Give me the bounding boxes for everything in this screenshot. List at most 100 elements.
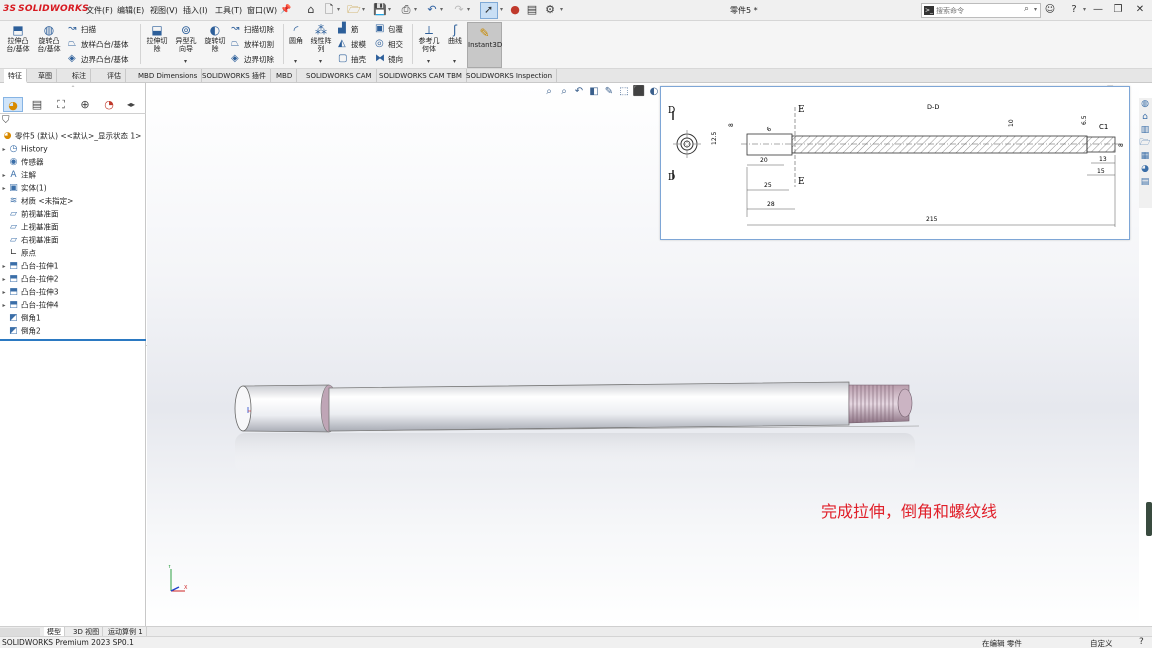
tab-mbd-dimensions[interactable]: MBD Dimensions (134, 69, 203, 83)
curves-dropdown-icon[interactable]: ▾ (453, 58, 456, 65)
menu-tools[interactable]: 工具(T) (215, 5, 242, 16)
menu-edit[interactable]: 编辑(E) (117, 5, 144, 16)
home-icon[interactable]: ⌂ (1139, 111, 1151, 124)
hide-show-items-icon[interactable]: ◐ (647, 85, 661, 99)
minimize-icon[interactable]: — (1090, 3, 1106, 17)
user-account-icon[interactable]: ☺ (1042, 3, 1058, 17)
tree-item-top-plane[interactable]: ▱ 上视基准面 (0, 220, 58, 233)
search-dropdown-icon[interactable]: ▾ (1034, 6, 1037, 13)
tab-evaluate[interactable]: 评估 (103, 69, 126, 83)
help-icon[interactable]: ? (1066, 3, 1082, 17)
curves-button[interactable]: ʃ 曲线 (440, 23, 470, 45)
search-icon[interactable]: ⌕ (1024, 4, 1029, 14)
search-input[interactable] (936, 5, 1022, 16)
sweep-button[interactable]: ↝ 扫描 (68, 23, 96, 37)
panel-more-arrows-icon[interactable]: ◂▸ (121, 97, 141, 112)
status-help-icon[interactable]: ? (1139, 637, 1144, 647)
tab-solidworks-cam[interactable]: SOLIDWORKS CAM (302, 69, 377, 83)
menu-window[interactable]: 窗口(W) (247, 5, 277, 16)
boundary-cut-button[interactable]: ◈ 边界切除 (231, 53, 274, 67)
rebuild-traffic-light-icon[interactable]: ● (508, 3, 522, 17)
display-manager-tab-icon[interactable]: ◔ (99, 97, 119, 112)
open-folder-icon[interactable]: 🗁 (347, 3, 361, 17)
tree-item-boss-extrude2[interactable]: ▸ ⬒ 凸台-拉伸2 (0, 272, 58, 285)
menu-view[interactable]: 视图(V) (150, 5, 178, 16)
tree-item-right-plane[interactable]: ▱ 右视基准面 (0, 233, 58, 246)
draft-button[interactable]: ◭ 拔模 (338, 38, 366, 52)
sweep-cut-button[interactable]: ↝ 扫描切除 (231, 23, 274, 37)
graphics-area[interactable]: ⌕⌕↶◧✎⬚⬛◐ ▫▭–❐✕ D D D-D (147, 83, 1139, 626)
new-dropdown-icon[interactable]: ▾ (337, 6, 340, 13)
status-unit-system[interactable]: 自定义 (1090, 638, 1113, 648)
print-icon[interactable]: ⎙ (399, 3, 413, 17)
save-icon[interactable]: 💾 (373, 3, 387, 17)
extrude-cut-button[interactable]: ⬓ 拉伸切 除 (142, 23, 172, 53)
custom-properties-icon[interactable]: ▤ (1139, 176, 1151, 189)
file-explorer-icon[interactable]: 🗁 (1139, 137, 1151, 150)
configuration-manager-tab-icon[interactable]: ⛶ (51, 97, 71, 112)
task-pane-grip[interactable] (1146, 502, 1152, 536)
mirror-button[interactable]: ⧓ 镜向 (375, 53, 403, 67)
command-search[interactable]: >_ ⌕ (921, 3, 1041, 18)
file-properties-icon[interactable]: ▤ (525, 3, 539, 17)
close-icon[interactable]: ✕ (1132, 3, 1148, 17)
redo-icon[interactable]: ↷ (452, 3, 466, 17)
zoom-to-fit-icon[interactable]: ⌕ (542, 85, 556, 99)
restore-icon[interactable]: ❐ (1110, 3, 1126, 17)
print-dropdown-icon[interactable]: ▾ (414, 6, 417, 13)
boundary-boss-button[interactable]: ◈ 边界凸台/基体 (68, 53, 129, 67)
hole-wizard-dropdown-icon[interactable]: ▾ (184, 58, 187, 65)
tab-markup[interactable]: 标注 (68, 69, 91, 83)
tab-features[interactable]: 特征 (4, 69, 27, 83)
revolve-cut-button[interactable]: ◐ 旋转切 除 (200, 23, 230, 53)
dynamic-annotation-icon[interactable]: ✎ (602, 85, 616, 99)
feature-manager-tab-icon[interactable]: ◕ (3, 97, 23, 112)
zoom-to-area-icon[interactable]: ⌕ (557, 85, 571, 99)
linear-pattern-button[interactable]: ⁂ 线性阵 列 (306, 23, 336, 53)
tab-mbd[interactable]: MBD (272, 69, 298, 83)
view-palette-icon[interactable]: ▦ (1139, 150, 1151, 163)
section-view-icon[interactable]: ◧ (587, 85, 601, 99)
loft-boss-button[interactable]: ⏢ 放样凸台/基体 (68, 38, 129, 52)
tab-sketch[interactable]: 草图 (34, 69, 57, 83)
wrap-button[interactable]: ▣ 包覆 (375, 23, 403, 37)
redo-dropdown-icon[interactable]: ▾ (467, 6, 470, 13)
dimxpert-manager-tab-icon[interactable]: ⊕ (75, 97, 95, 112)
rollback-bar[interactable] (0, 339, 146, 341)
loft-cut-button[interactable]: ⏢ 放样切割 (231, 38, 274, 52)
tree-root-part[interactable]: ◕ 零件5 (默认) <<默认>_显示状态 1> (2, 129, 142, 142)
new-document-icon[interactable]: 🗋 (322, 3, 336, 17)
tree-item-material[interactable]: ≋ 材质 <未指定> (0, 194, 74, 207)
intersect-button[interactable]: ◎ 相交 (375, 38, 403, 52)
revolve-boss-button[interactable]: ◍ 旋转凸 台/基体 (34, 23, 64, 53)
tree-item-front-plane[interactable]: ▱ 前视基准面 (0, 207, 58, 220)
help-dropdown-icon[interactable]: ▾ (1083, 6, 1086, 13)
menu-file[interactable]: 文件(F) (86, 5, 113, 16)
options-gear-icon[interactable]: ⚙ (543, 3, 557, 17)
tree-item-boss-extrude1[interactable]: ▸ ⬒ 凸台-拉伸1 (0, 259, 58, 272)
tab-solidworks-inspection[interactable]: SOLIDWORKS Inspection (462, 69, 558, 83)
tree-item-annotations[interactable]: ▸ A 注解 (0, 168, 36, 181)
save-dropdown-icon[interactable]: ▾ (388, 6, 391, 13)
design-library-icon[interactable]: ▥ (1139, 124, 1151, 137)
shell-button[interactable]: ▢ 抽壳 (338, 53, 366, 67)
linear-pattern-dropdown-icon[interactable]: ▾ (319, 58, 322, 65)
tree-item-boss-extrude3[interactable]: ▸ ⬒ 凸台-拉伸3 (0, 285, 58, 298)
tree-item-sensors[interactable]: ◉ 传感器 (0, 155, 44, 168)
previous-view-icon[interactable]: ↶ (572, 85, 586, 99)
tree-item-history[interactable]: ▸ ◷ History (0, 142, 47, 155)
tree-item-chamfer2[interactable]: ◩ 倒角2 (0, 324, 41, 337)
shaft-3d-model[interactable] (229, 373, 929, 483)
solidworks-logo[interactable]: 3S SOLIDWORKS (3, 4, 89, 14)
panel-collapse-handle[interactable]: ⌃ (0, 83, 146, 95)
reference-geometry-dropdown-icon[interactable]: ▾ (427, 58, 430, 65)
tree-item-solid-bodies[interactable]: ▸ ▣ 实体(1) (0, 181, 46, 194)
extrude-boss-button[interactable]: ⬒ 拉伸凸 台/基体 (3, 23, 33, 53)
menu-insert[interactable]: 插入(I) (183, 5, 208, 16)
undo-icon[interactable]: ↶ (425, 3, 439, 17)
property-manager-tab-icon[interactable]: ▤ (27, 97, 47, 112)
select-dropdown-icon[interactable]: ▾ (500, 6, 503, 13)
tree-item-chamfer1[interactable]: ◩ 倒角1 (0, 311, 41, 324)
tab-solidworks-addins[interactable]: SOLIDWORKS 插件 (198, 69, 271, 83)
appearances-icon[interactable]: ◕ (1139, 163, 1151, 176)
